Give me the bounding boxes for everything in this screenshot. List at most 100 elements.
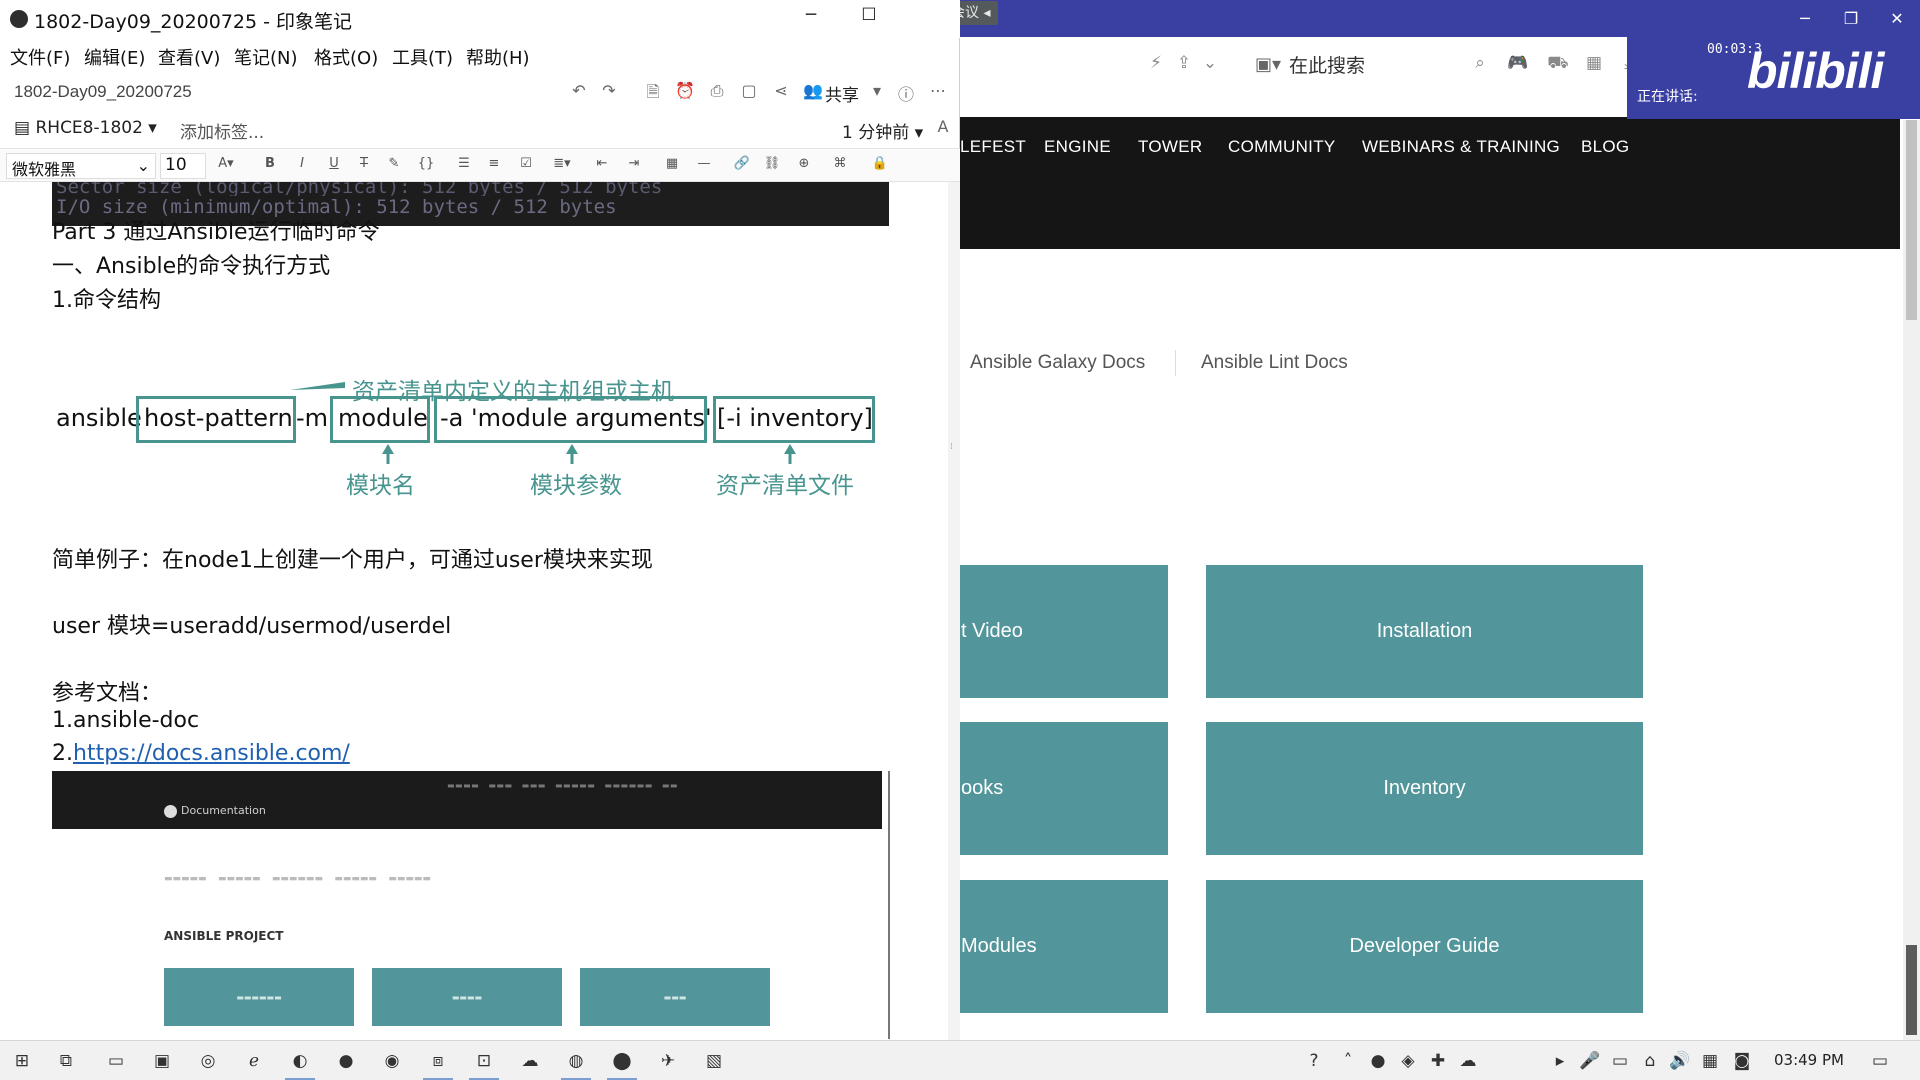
link-icon[interactable]: 🔗	[730, 156, 754, 176]
code-icon[interactable]: {}	[414, 156, 438, 176]
menu-note[interactable]: 笔记(N)	[234, 44, 298, 70]
tile-developer-guide[interactable]: Developer Guide	[1206, 880, 1643, 1013]
tile-books[interactable]: ooks	[960, 722, 1168, 855]
share-icon[interactable]: ⋖	[768, 81, 794, 105]
tray-icon[interactable]: ☁	[1456, 1049, 1480, 1073]
users-icon[interactable]: 👥	[800, 81, 826, 105]
bold-icon[interactable]: B	[258, 156, 282, 176]
menu-tools[interactable]: 工具(T)	[392, 44, 453, 70]
checkbox-icon[interactable]: ☑	[514, 156, 538, 176]
scrollbar-thumb[interactable]	[1906, 120, 1917, 320]
evernote-taskbar-icon[interactable]: ⬤	[610, 1049, 634, 1073]
note-scrollbar[interactable]: ⁞	[948, 182, 960, 1040]
tray-icon[interactable]: ◈	[1396, 1049, 1420, 1073]
menu-help[interactable]: 帮助(H)	[466, 44, 530, 70]
app-icon[interactable]: ⊡	[472, 1049, 496, 1073]
app-icon[interactable]: ✈	[656, 1049, 680, 1073]
app-icon[interactable]: ●	[334, 1049, 358, 1073]
numbered-list-icon[interactable]: ≡	[482, 156, 506, 176]
app-icon[interactable]: ◎	[196, 1049, 220, 1073]
screenshot-icon[interactable]: ▣▾	[1255, 54, 1281, 75]
add-tag-field[interactable]: 添加标签...	[180, 118, 264, 143]
share-button[interactable]: 共享	[825, 81, 859, 106]
ansible-docs-link[interactable]: https://docs.ansible.com/	[73, 741, 350, 766]
task-view-icon[interactable]: ⧉	[54, 1049, 78, 1073]
globe-icon[interactable]: ⊕	[792, 156, 816, 176]
app-icon[interactable]: ⧈	[426, 1049, 450, 1073]
nav-item-engine[interactable]: ENGINE	[1044, 137, 1111, 157]
divider-icon[interactable]: —	[692, 156, 716, 176]
gamepad-icon[interactable]: 🎮	[1504, 49, 1532, 77]
battery-icon[interactable]: ▭	[1608, 1049, 1632, 1073]
tile-modules[interactable]: Modules	[960, 880, 1168, 1013]
strikethrough-icon[interactable]: T	[352, 156, 376, 176]
app-icon[interactable]: ◍	[564, 1049, 588, 1073]
nav-item-tower[interactable]: TOWER	[1138, 137, 1202, 157]
more-icon[interactable]: ⋯	[925, 81, 951, 105]
chevron-up-icon[interactable]: ˄	[1336, 1049, 1360, 1073]
help-icon[interactable]: ?	[1302, 1049, 1326, 1073]
chevron-down-icon[interactable]: ⌄	[1196, 49, 1224, 77]
app-icon[interactable]: ☁	[518, 1049, 542, 1073]
lock-icon[interactable]: 🔒	[868, 156, 892, 176]
note-body[interactable]: Sector size (logical/physical): 512 byte…	[0, 182, 948, 1040]
reminder-icon[interactable]: ⏰	[672, 81, 698, 105]
tray-icon[interactable]: ●	[1366, 1049, 1390, 1073]
font-family-select[interactable]: 微软雅黑 ⌄	[6, 153, 156, 179]
bullet-list-icon[interactable]: ☰	[452, 156, 476, 176]
browser-icon[interactable]: ◐	[288, 1049, 312, 1073]
app-icon[interactable]: ◉	[380, 1049, 404, 1073]
outdent-icon[interactable]: ⇤	[590, 156, 614, 176]
present-icon[interactable]: ▢	[736, 81, 762, 105]
app-icon[interactable]: ▧	[702, 1049, 726, 1073]
menu-file[interactable]: 文件(F)	[10, 44, 70, 70]
nav-item-lifefest[interactable]: LEFEST	[960, 137, 1026, 157]
tile-video[interactable]: t Video	[960, 565, 1168, 698]
image-icon[interactable]: ▦	[1580, 49, 1608, 77]
menu-edit[interactable]: 编辑(E)	[84, 44, 145, 70]
galaxy-docs-link[interactable]: Ansible Galaxy Docs	[970, 352, 1145, 374]
nav-item-webinars[interactable]: WEBINARS & TRAINING	[1362, 137, 1560, 157]
notebook-selector[interactable]: ▤ RHCE8-1802 ▾	[14, 118, 157, 138]
document-icon[interactable]: 🗎	[640, 81, 666, 105]
underline-icon[interactable]: U	[322, 156, 346, 176]
nav-item-community[interactable]: COMMUNITY	[1228, 137, 1336, 157]
text-color-icon[interactable]: A▾	[214, 156, 238, 176]
lightning-icon[interactable]: ⚡	[1142, 49, 1170, 77]
app-icon[interactable]: ▣	[150, 1049, 174, 1073]
minimize-icon[interactable]: ─	[796, 5, 826, 33]
share-icon[interactable]: ⇪	[1170, 49, 1198, 77]
chevron-down-icon[interactable]: ▾	[864, 81, 890, 105]
font-size-select[interactable]: 10 ⌄	[160, 153, 206, 195]
nav-item-blog[interactable]: BLOG	[1581, 137, 1629, 157]
align-icon[interactable]: ≣▾	[550, 156, 574, 176]
indent-icon[interactable]: ⇥	[622, 156, 646, 176]
edge-icon[interactable]: ℯ	[242, 1049, 266, 1073]
file-explorer-icon[interactable]: ▭	[104, 1049, 128, 1073]
time-ago[interactable]: 1 分钟前 ▾	[842, 118, 923, 143]
table-icon[interactable]: ▦	[660, 156, 684, 176]
menu-format[interactable]: 格式(O)	[314, 44, 378, 70]
info-icon[interactable]: ⓘ	[893, 81, 919, 105]
windows-start-icon[interactable]: ⊞	[10, 1049, 34, 1073]
attach-icon[interactable]: ⌘	[828, 156, 852, 176]
redo-icon[interactable]: ↷	[596, 81, 622, 105]
print-icon[interactable]: ⎙	[704, 81, 730, 105]
scroll-grip-icon[interactable]: ⁞	[950, 442, 958, 456]
pointer-icon[interactable]: ▸	[1548, 1049, 1572, 1073]
italic-icon[interactable]: I	[290, 156, 314, 176]
menu-view[interactable]: 查看(V)	[158, 44, 220, 70]
ime-icon[interactable]: ▦	[1698, 1049, 1722, 1073]
volume-icon[interactable]: 🔊	[1668, 1049, 1692, 1073]
app-tray-icon[interactable]: ◙	[1730, 1049, 1754, 1073]
lint-docs-link[interactable]: Ansible Lint Docs	[1201, 352, 1348, 374]
highlight-icon[interactable]: ✎	[382, 156, 406, 176]
browser-scrollbar[interactable]	[1903, 120, 1920, 1040]
scrollbar-thumb-secondary[interactable]	[1906, 945, 1917, 1035]
search-input[interactable]: ▣▾ 在此搜索	[1255, 47, 1365, 81]
tile-inventory[interactable]: Inventory	[1206, 722, 1643, 855]
tray-icon[interactable]: ✚	[1426, 1049, 1450, 1073]
undo-icon[interactable]: ↶	[566, 81, 592, 105]
cart-icon[interactable]: ⛟	[1544, 49, 1572, 77]
maximize-icon[interactable]: ☐	[854, 5, 884, 33]
